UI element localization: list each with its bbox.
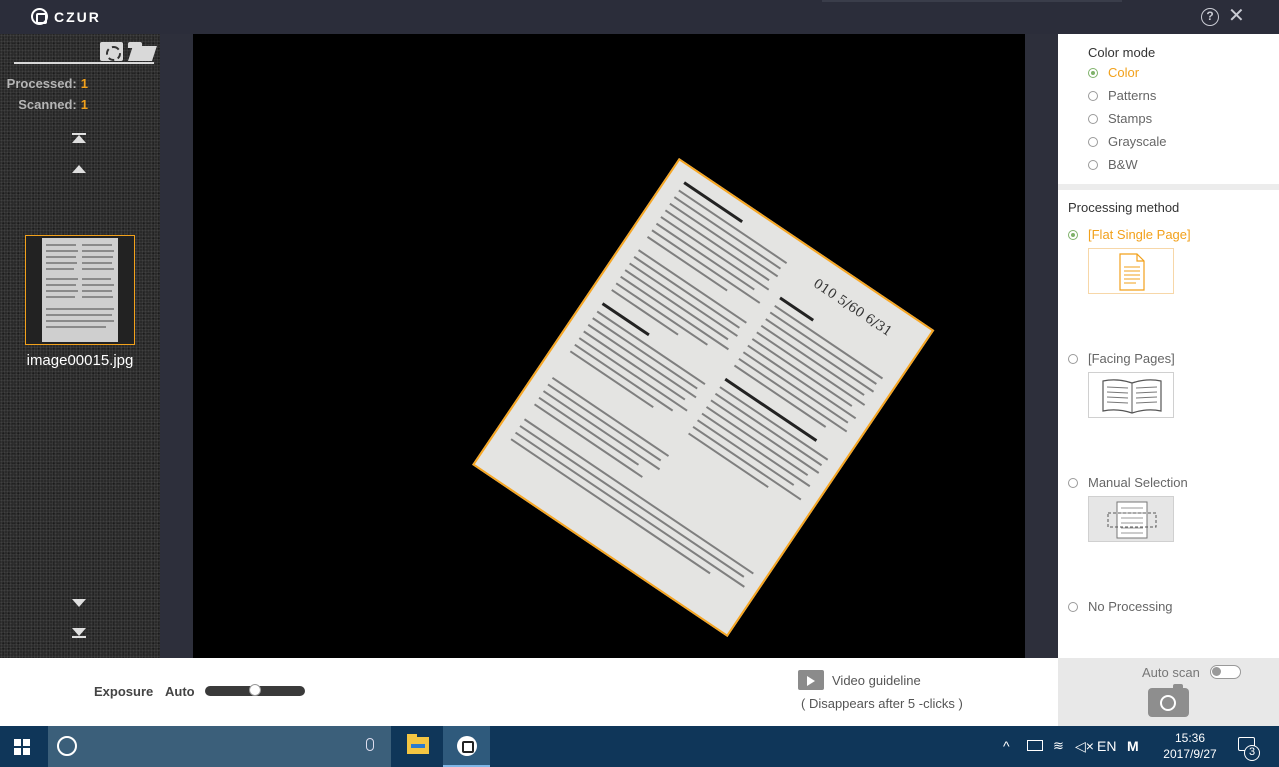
- czur-app-window: CZUR ? ✕ Processed: 1 Scanned: 1 image00…: [0, 0, 1279, 726]
- input-language[interactable]: EN: [1097, 738, 1116, 754]
- scan-control-bar: Auto scan: [1058, 658, 1279, 726]
- czur-taskbar-button[interactable]: [443, 726, 490, 767]
- cortana-icon[interactable]: [57, 736, 77, 756]
- auto-scan-label: Auto scan: [1142, 665, 1200, 680]
- exposure-slider-handle[interactable]: [249, 684, 261, 696]
- color-mode-patterns[interactable]: Patterns: [1088, 88, 1156, 103]
- exposure-auto-label[interactable]: Auto: [165, 684, 195, 699]
- close-button[interactable]: ✕: [1228, 6, 1245, 26]
- processed-count: 1: [80, 76, 88, 91]
- battery-icon[interactable]: [1027, 740, 1043, 751]
- preview-right-margin: [1025, 34, 1058, 658]
- windows-taskbar: ^ ≋ ◁× EN M 15:36 2017/9/27 3: [0, 726, 1279, 767]
- ime-indicator[interactable]: M: [1127, 738, 1139, 754]
- color-mode-label: Color: [1108, 65, 1140, 80]
- taskbar-clock[interactable]: 15:36 2017/9/27: [1160, 730, 1220, 762]
- sidebar-divider: [14, 62, 154, 64]
- video-guideline-note: ( Disappears after 5 -clicks ): [801, 696, 963, 711]
- radio-icon: [1088, 90, 1098, 101]
- czur-app-icon: [457, 736, 477, 756]
- exposure-slider[interactable]: [205, 684, 305, 696]
- method-label: [Facing Pages]: [1088, 351, 1175, 366]
- preview-left-margin: [160, 34, 193, 658]
- scroll-up-icon[interactable]: [72, 165, 86, 179]
- panel-divider: [1058, 184, 1279, 190]
- clock-time: 15:36: [1174, 731, 1206, 745]
- thumbnail-item[interactable]: [25, 235, 135, 345]
- processing-method-title: Processing method: [1068, 200, 1180, 215]
- method-flat-single-page[interactable]: [Flat Single Page]: [1068, 227, 1191, 242]
- radio-icon: [1068, 601, 1078, 612]
- radio-icon: [1088, 159, 1098, 170]
- radio-icon: [1068, 353, 1078, 364]
- radio-icon: [1068, 229, 1078, 240]
- color-mode-title: Color mode: [1088, 45, 1156, 60]
- clock-date: 2017/9/27: [1163, 747, 1217, 761]
- exposure-label: Exposure: [94, 684, 154, 699]
- settings-panel: Color mode Color Patterns Stamps Graysca…: [1058, 34, 1279, 658]
- settings-gear-icon[interactable]: [100, 42, 123, 61]
- scanned-stat: Scanned: 1: [0, 97, 88, 112]
- camera-icon: [1160, 695, 1176, 711]
- windows-start-icon[interactable]: [14, 739, 30, 755]
- radio-icon: [1068, 477, 1078, 488]
- auto-scan-toggle[interactable]: [1210, 665, 1241, 679]
- wifi-icon[interactable]: ≋: [1053, 738, 1064, 754]
- processed-stat: Processed: 1: [0, 76, 88, 91]
- scroll-to-top-icon[interactable]: [72, 133, 86, 147]
- app-logo-text: CZUR: [54, 8, 101, 25]
- radio-icon: [1088, 113, 1098, 124]
- radio-icon: [1088, 136, 1098, 147]
- method-facing-pages[interactable]: [Facing Pages]: [1068, 351, 1175, 366]
- scanned-label: Scanned:: [18, 97, 77, 112]
- method-no-processing[interactable]: No Processing: [1068, 599, 1173, 614]
- video-guideline-link[interactable]: Video guideline: [832, 673, 921, 688]
- title-divider: [822, 0, 1122, 2]
- color-mode-label: Patterns: [1108, 88, 1157, 103]
- color-mode-stamps[interactable]: Stamps: [1088, 111, 1152, 126]
- video-play-icon[interactable]: [798, 670, 824, 690]
- taskbar-search-box[interactable]: [48, 726, 391, 767]
- thumbnail-filename: image00015.jpg: [26, 352, 134, 369]
- volume-muted-icon[interactable]: ◁×: [1075, 738, 1094, 755]
- scroll-to-bottom-icon[interactable]: [72, 628, 86, 642]
- title-bar: CZUR ? ✕: [0, 0, 1279, 34]
- notification-count-badge: 3: [1244, 745, 1260, 761]
- flat-page-icon[interactable]: [1088, 248, 1174, 294]
- radio-icon: [1088, 67, 1098, 78]
- tray-chevron-icon[interactable]: ^: [1003, 738, 1010, 754]
- bottom-control-bar: Exposure Auto Video guideline ( Disappea…: [0, 658, 1058, 726]
- thumbnail-sidebar: Processed: 1 Scanned: 1 image00015.jpg: [0, 34, 160, 658]
- handwritten-note: 010 5/60 6/31: [810, 276, 895, 340]
- open-folder-icon[interactable]: [128, 42, 157, 61]
- thumbnail-image: [42, 238, 118, 342]
- camera-capture-button[interactable]: [1148, 684, 1189, 717]
- scan-preview[interactable]: 010 5/60 6/31: [193, 34, 1025, 658]
- facing-pages-icon[interactable]: [1088, 372, 1174, 418]
- method-manual-selection[interactable]: Manual Selection: [1068, 475, 1188, 490]
- scanned-document[interactable]: 010 5/60 6/31: [472, 158, 935, 637]
- app-logo: CZUR: [31, 8, 101, 25]
- color-mode-label: B&W: [1108, 157, 1138, 172]
- manual-selection-icon[interactable]: [1088, 496, 1174, 542]
- file-explorer-icon: [407, 734, 429, 754]
- color-mode-color[interactable]: Color: [1088, 65, 1139, 80]
- method-label: Manual Selection: [1088, 475, 1188, 490]
- color-mode-label: Grayscale: [1108, 134, 1167, 149]
- toggle-knob: [1212, 667, 1221, 676]
- processed-label: Processed:: [6, 76, 77, 91]
- help-button[interactable]: ?: [1201, 8, 1219, 26]
- method-label: No Processing: [1088, 599, 1173, 614]
- microphone-icon[interactable]: [366, 738, 374, 751]
- scanned-count: 1: [80, 97, 88, 112]
- color-mode-bw[interactable]: B&W: [1088, 157, 1138, 172]
- czur-logo-icon: [31, 8, 48, 25]
- method-label: [Flat Single Page]: [1088, 227, 1191, 242]
- scroll-down-icon[interactable]: [72, 599, 86, 613]
- color-mode-grayscale[interactable]: Grayscale: [1088, 134, 1167, 149]
- file-explorer-taskbar-button[interactable]: [395, 726, 442, 767]
- color-mode-label: Stamps: [1108, 111, 1153, 126]
